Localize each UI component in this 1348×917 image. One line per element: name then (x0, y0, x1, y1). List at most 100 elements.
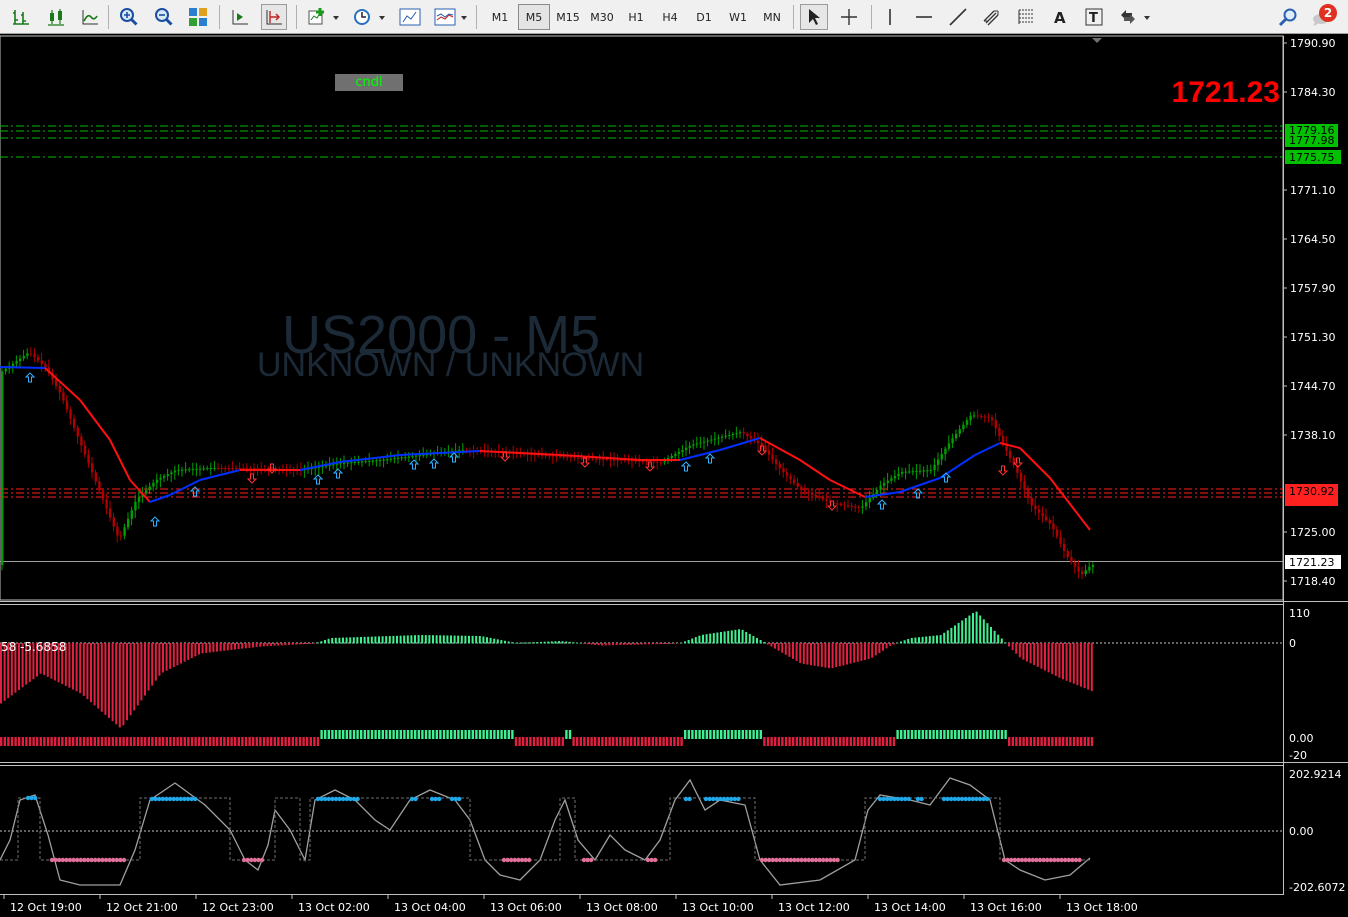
candle-body (422, 454, 425, 456)
moving-average-line (0, 366, 1091, 531)
candle-body (238, 468, 241, 469)
timeframe-m1[interactable]: M1 (484, 4, 516, 30)
timeframe-h1[interactable]: H1 (620, 4, 652, 30)
candle-body (181, 469, 184, 471)
timeframe-d1[interactable]: D1 (688, 4, 720, 30)
candle-body (105, 499, 108, 509)
signal-bar (248, 737, 251, 746)
candle-body (757, 440, 760, 444)
signal-bar (464, 730, 467, 739)
signal-bar (468, 730, 471, 739)
trendline-icon[interactable] (944, 4, 972, 30)
candle-body (1037, 509, 1041, 513)
signal-bar (18, 737, 21, 746)
candle-body (91, 463, 94, 473)
candle-body (901, 471, 904, 474)
chart-window[interactable]: 1779.16 1777.98 1775.75 1730.92 1721.23 … (0, 34, 1348, 917)
oscillator-dot (437, 796, 442, 802)
fibonacci-icon[interactable] (1012, 4, 1040, 30)
indicators-icon[interactable] (304, 4, 330, 30)
zoom-out-icon[interactable] (151, 4, 177, 30)
candle-body (821, 497, 825, 500)
bar-chart-icon[interactable] (8, 4, 34, 30)
profiles-icon[interactable] (431, 4, 459, 30)
candle-body (958, 429, 961, 434)
signal-bar (7, 737, 10, 746)
signal-bar (237, 737, 240, 746)
candle-body (256, 468, 259, 470)
candle-body (764, 445, 767, 451)
signal-bar (270, 737, 273, 746)
signal-bar (1069, 737, 1072, 746)
signal-bar (932, 730, 935, 739)
signal-bar (1008, 737, 1011, 746)
timeframe-m15[interactable]: M15 (552, 4, 584, 30)
signal-bar (907, 730, 910, 739)
signal-bar (201, 737, 204, 746)
signal-bar (36, 737, 39, 746)
notification-badge[interactable]: 2 (1319, 4, 1337, 22)
timeframe-mn[interactable]: MN (756, 4, 788, 30)
osc1-axis-zero: 0 (1289, 637, 1296, 650)
signal-bar (100, 737, 104, 746)
auto-scroll-icon[interactable] (227, 4, 253, 30)
signal-bar (676, 737, 680, 746)
signal-bar (648, 737, 651, 746)
signal-bar (219, 737, 222, 746)
candle-body (235, 468, 238, 469)
candle-body (80, 436, 83, 446)
level-tag-green-low: 1775.75 (1289, 151, 1335, 164)
candle-body (728, 434, 731, 436)
signal-bar (241, 737, 244, 746)
candle-body (825, 499, 828, 502)
vertical-line-icon[interactable] (876, 4, 904, 30)
candle-body (598, 458, 601, 460)
signal-bar (32, 737, 35, 746)
ma-segment (79, 399, 111, 441)
text-label-icon[interactable]: T (1080, 4, 1108, 30)
timeframe-m30[interactable]: M30 (586, 4, 618, 30)
templates-icon[interactable] (396, 4, 424, 30)
horizontal-line-icon[interactable] (910, 4, 938, 30)
candle-body (101, 490, 105, 500)
signal-bar (720, 730, 723, 739)
cursor-icon[interactable] (800, 4, 828, 30)
signal-bar (334, 730, 338, 739)
candle-body (767, 450, 771, 455)
timeframe-m5[interactable]: M5 (518, 4, 550, 30)
candle-body (569, 456, 573, 458)
signal-bar (853, 737, 856, 746)
candle-body (76, 427, 79, 437)
signal-bar (954, 730, 957, 739)
text-icon[interactable]: A (1046, 4, 1074, 30)
crosshair-icon[interactable] (835, 4, 863, 30)
zoom-in-icon[interactable] (116, 4, 142, 30)
candle-body (760, 443, 763, 446)
periodicity-clock-icon[interactable] (349, 4, 375, 30)
signal-bar (360, 730, 363, 739)
timeframe-h4[interactable]: H4 (654, 4, 686, 30)
candle-body (962, 424, 965, 430)
svg-text:A: A (1054, 9, 1066, 26)
search-icon[interactable] (1275, 4, 1301, 30)
candle-body (980, 415, 983, 417)
oscillator-dot (919, 796, 924, 802)
signal-bar (961, 730, 964, 739)
signal-bar (86, 737, 89, 746)
chart-shift-icon[interactable] (261, 4, 287, 30)
candlestick-chart-icon[interactable] (43, 4, 69, 30)
candle-body (19, 358, 22, 361)
signal-bar (378, 730, 381, 739)
timeframe-w1[interactable]: W1 (722, 4, 754, 30)
signal-bar (925, 730, 928, 739)
arrows-icon[interactable] (1114, 4, 1142, 30)
candle-body (620, 459, 623, 461)
signal-bar (504, 730, 507, 739)
equidistant-channel-icon[interactable] (978, 4, 1006, 30)
candle-body (987, 417, 990, 419)
candle-body (555, 455, 558, 457)
tile-windows-icon[interactable] (185, 4, 211, 30)
signal-bar (640, 737, 644, 746)
line-chart-icon[interactable] (77, 4, 103, 30)
toolbar: M1 M5 M15 M30 H1 H4 D1 W1 MN A T 2 (0, 0, 1348, 34)
